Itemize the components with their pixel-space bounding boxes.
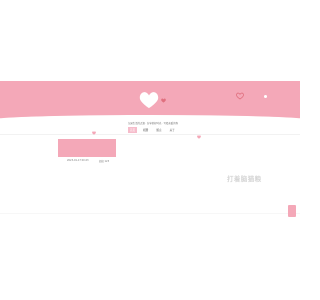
heart-outline-icon — [236, 92, 244, 100]
post-cover-image[interactable] — [58, 139, 116, 157]
watermark: 打着脑猫粮 — [227, 175, 262, 183]
nav-divider — [0, 134, 300, 135]
decoration-dot — [264, 95, 267, 98]
nav-item-about[interactable]: 关于 — [168, 127, 177, 133]
page: ... 记录生活的点滴 · 分享美好时光 · 写给亲爱的你 首页 相册 留言 关… — [0, 0, 300, 300]
nav-item-album[interactable]: 相册 — [141, 127, 150, 133]
nav-item-home[interactable]: 首页 — [128, 127, 138, 133]
main-nav: 首页 相册 留言 关于 — [128, 127, 177, 133]
heart-icon[interactable] — [139, 91, 159, 109]
post-date: 2023-01-17 00:23 — [67, 159, 89, 162]
site-description: 记录生活的点滴 · 分享美好时光 · 写给亲爱的你 — [128, 122, 178, 125]
nav-item-messages[interactable]: 留言 — [154, 127, 163, 133]
small-heart-icon — [197, 135, 201, 139]
content-edge — [0, 213, 300, 214]
small-heart-icon — [92, 131, 96, 135]
small-heart-icon — [161, 98, 166, 103]
back-to-top-icon[interactable] — [288, 205, 296, 217]
post-views: 阅读 123 — [99, 160, 110, 163]
